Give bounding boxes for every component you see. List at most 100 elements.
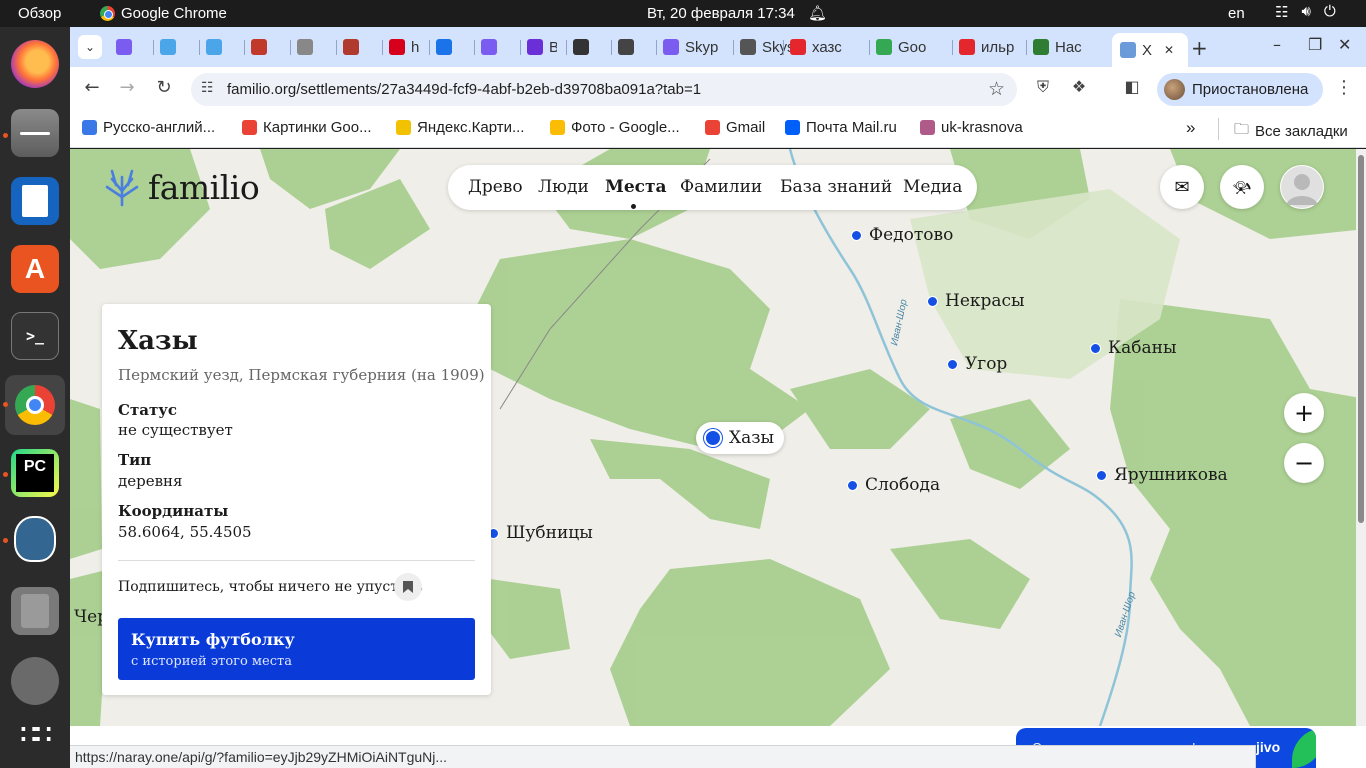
browser-tab[interactable] [343,34,373,60]
bookmark-label: Фото - Google... [571,119,680,136]
browser-tab[interactable] [481,34,511,60]
place-pin [947,358,958,370]
zoom-out-button[interactable]: − [1284,443,1324,483]
map-place-yarushnikova[interactable]: Ярушникова [1096,465,1228,485]
browser-tab[interactable] [160,34,190,60]
nav-item-media[interactable]: Медиа [903,177,962,197]
bookmark-item[interactable]: Картинки Goo... [242,119,372,136]
map-place-sloboda[interactable]: Слобода [847,475,940,495]
side-panel-icon[interactable]: ◧ [1120,77,1144,96]
bookmark-item[interactable]: Фото - Google... [550,119,680,136]
nav-item-knowledge-base[interactable]: База знаний [780,177,892,197]
tab-favicon-icon [1120,42,1136,58]
reload-button[interactable]: ↻ [152,77,176,98]
tab-title: Skyp [685,38,719,56]
browser-tab[interactable]: Skyp [663,34,725,60]
tab-separator [611,40,612,55]
show-apps-icon[interactable]: ∷∷ [11,710,59,758]
folder-icon: 🗀︎ [1234,121,1250,138]
zoom-in-button[interactable]: + [1284,393,1324,433]
map-place-ugor[interactable]: Угор [947,354,1007,374]
familio-logo[interactable]: familio [102,167,260,207]
pgadmin-elephant-icon[interactable] [11,515,59,563]
map-place-kabany[interactable]: Кабаны [1090,338,1177,358]
place-label: Хазы [729,428,775,448]
browser-tab[interactable] [297,34,327,60]
os-top-bar: Обзор Google Chrome Вт, 20 февраля 17:34… [0,0,1366,27]
browser-tab[interactable] [251,34,281,60]
bookmark-item[interactable]: uk-krasnova [920,119,1023,136]
subscribe-bookmark-button[interactable] [394,573,422,601]
firefox-icon[interactable] [11,40,59,88]
bookmark-star-icon[interactable]: ☆ [988,78,1005,100]
map-place-khazy-selected[interactable]: Хазы [696,422,785,454]
pycharm-icon[interactable]: PC [11,449,59,497]
disk-utility-icon[interactable] [11,587,59,635]
back-button[interactable]: ← [80,77,104,98]
browser-tab[interactable] [573,34,603,60]
minus-icon: − [1293,449,1315,477]
close-tab-icon[interactable]: ✕ [1164,43,1174,57]
more-bookmarks-chevron-icon[interactable]: » [1186,118,1195,138]
address-bar[interactable]: ☷ familio.org/settlements/27a3449d-fcf9-… [191,73,1017,106]
map-place-fedotovo[interactable]: Федотово [851,225,953,245]
activities-button[interactable]: Обзор [18,5,61,22]
minimize-button[interactable]: – [1273,35,1281,54]
browser-tab[interactable]: Goo [876,34,938,60]
messages-button[interactable]: ✉ [1160,165,1204,209]
bookmark-item[interactable]: Русско-англий... [82,119,215,136]
site-info-icon[interactable]: ☷ [201,80,214,96]
browser-tab[interactable]: Х ✕ [1112,33,1188,67]
nav-item-tree[interactable]: Древо [468,177,523,197]
disk-drive-icon[interactable] [11,657,59,705]
bookmark-item[interactable]: Яндекс.Карти... [396,119,524,136]
bookmark-item[interactable]: Gmail [705,119,765,136]
new-tab-button[interactable]: + [1191,36,1208,60]
browser-tab[interactable] [618,34,648,60]
browser-tab[interactable]: хазс [790,34,852,60]
profile-button[interactable]: Приостановлена [1157,73,1323,106]
libreoffice-writer-icon[interactable] [11,177,59,225]
nav-item-places[interactable]: Места [605,177,667,197]
bell-icon[interactable]: 🔔︎ [808,4,827,22]
browser-tab[interactable] [436,34,466,60]
notifications-button[interactable]: 📯︎ [1220,165,1264,209]
forward-button[interactable]: → [115,77,139,98]
software-center-icon[interactable]: A [11,245,59,293]
maximize-button[interactable]: ❐ [1308,35,1322,54]
terminal-icon[interactable]: >_ [11,312,59,360]
url-text[interactable]: familio.org/settlements/27a3449d-fcf9-4a… [227,81,701,98]
active-app-menu[interactable]: Google Chrome [100,5,227,22]
menu-kebab-icon[interactable]: ⋮ [1332,77,1356,98]
extensions-puzzle-icon[interactable]: ❖ [1067,77,1091,96]
buy-tshirt-button[interactable]: Купить футболку с историей этого места [118,618,475,680]
close-window-button[interactable]: ✕ [1338,35,1351,54]
browser-tab[interactable]: Нас [1033,34,1095,60]
tab-separator [733,40,734,55]
user-avatar-button[interactable] [1280,165,1324,209]
nav-item-surnames[interactable]: Фамилии [680,177,762,197]
browser-tab[interactable]: ильр [959,34,1021,60]
running-indicator [3,402,8,407]
map-place-shubnitsy[interactable]: Шубницы [488,523,593,543]
browser-tab[interactable]: B [527,34,557,60]
page-scrollbar[interactable] [1356,149,1366,726]
bookmark-item[interactable]: Почта Mail.ru [785,119,897,136]
tab-search-button[interactable]: ⌄ [78,35,102,59]
system-tray[interactable]: ☷ 🔊︎ ⏻ [1275,3,1336,21]
browser-tab[interactable]: hh [389,34,419,60]
scrollbar-thumb[interactable] [1358,155,1364,523]
tab-favicon-icon [527,39,543,55]
files-icon[interactable] [11,109,59,157]
tab-favicon-icon [116,39,132,55]
browser-tab[interactable] [116,34,146,60]
nav-item-people[interactable]: Люди [538,177,589,197]
keyboard-layout[interactable]: en [1228,5,1245,22]
clock[interactable]: Вт, 20 февраля 17:34 [647,5,795,22]
all-bookmarks-folder[interactable]: 🗀︎ Все закладки [1234,119,1348,144]
extension-shield-icon[interactable]: ⛨ [1031,77,1055,97]
tab-favicon-icon [663,39,679,55]
map-place-nekrasy[interactable]: Некрасы [927,291,1025,311]
browser-tab[interactable] [206,34,236,60]
chrome-dock-icon[interactable] [5,375,65,435]
